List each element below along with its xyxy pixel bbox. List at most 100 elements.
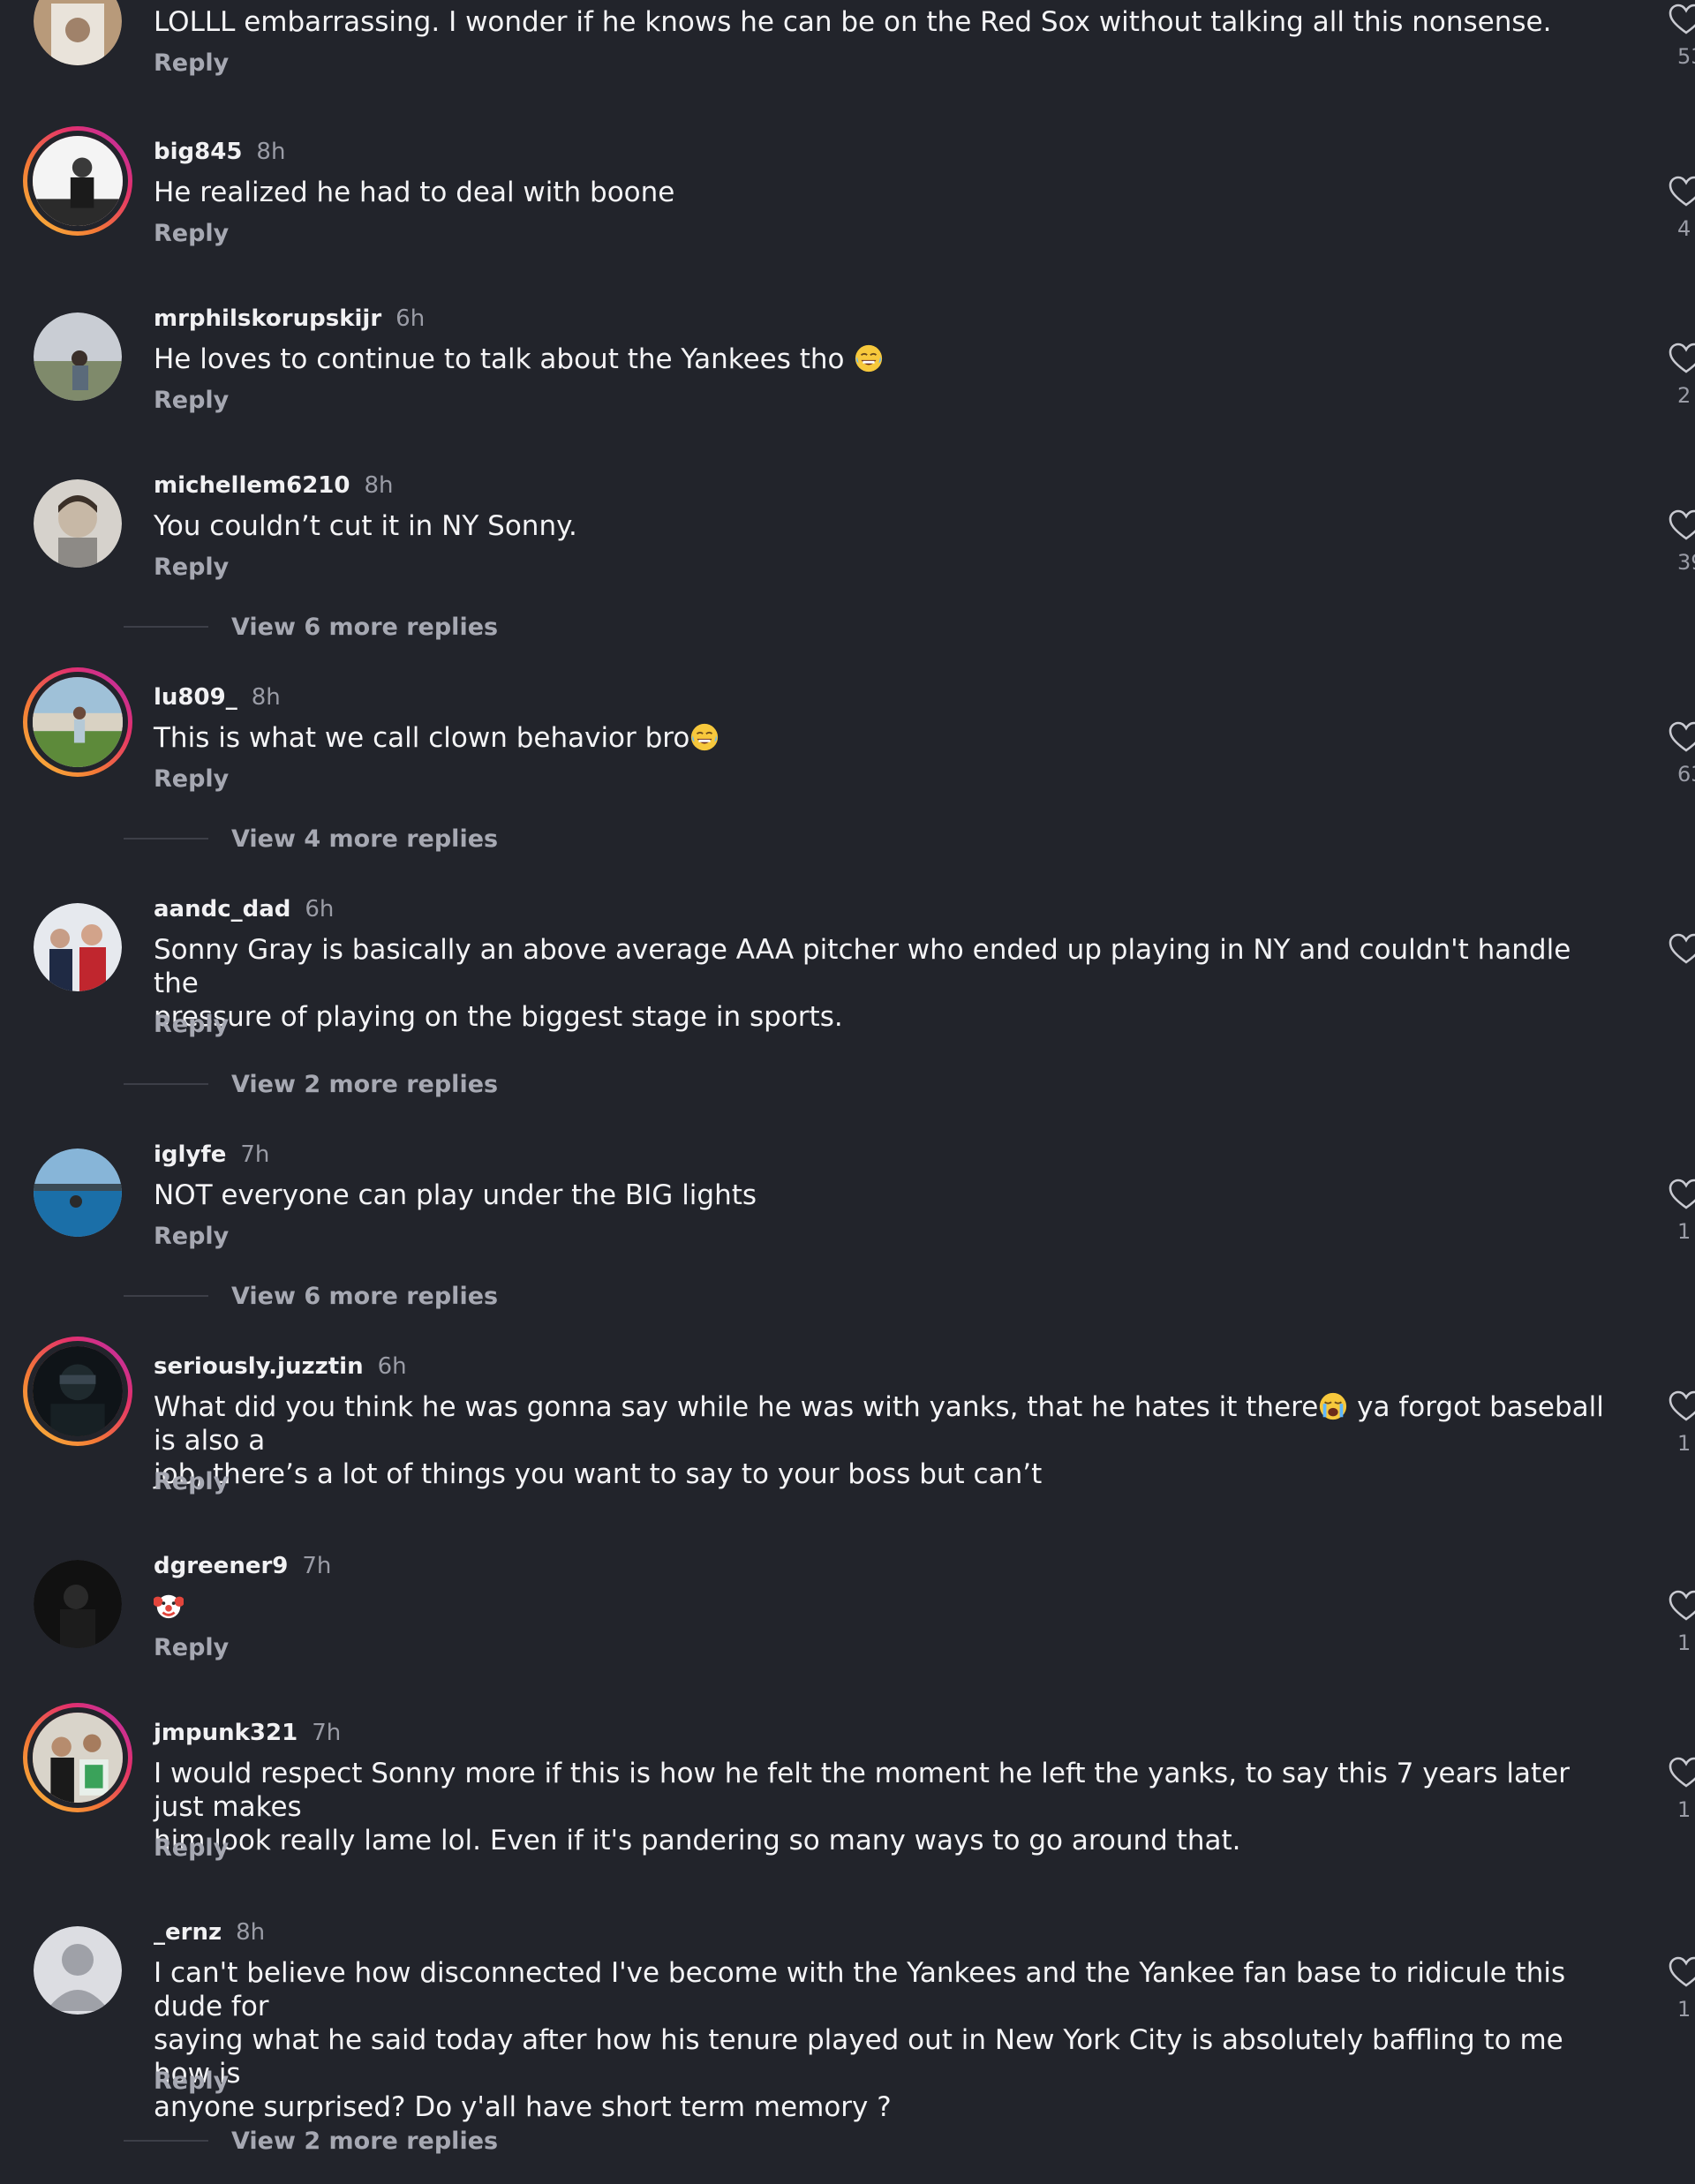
username[interactable]: aandc_dad	[154, 896, 290, 923]
heart-icon	[1669, 1956, 1695, 1988]
like-count: 1	[1677, 1997, 1691, 2022]
timestamp: 8h	[256, 139, 286, 165]
comment-meta: big845 8h	[154, 137, 285, 167]
timestamp: 6h	[396, 305, 426, 332]
username[interactable]: seriously.juzztin	[154, 1353, 364, 1380]
avatar[interactable]	[34, 313, 122, 401]
reply-button[interactable]: Reply	[154, 1223, 229, 1250]
heart-icon	[1669, 176, 1695, 207]
avatar[interactable]	[23, 1703, 132, 1812]
username[interactable]: mrphilskorupskijr	[154, 305, 381, 332]
like-button[interactable]: 63	[1669, 721, 1695, 792]
view-more-replies-label[interactable]: View 2 more replies	[231, 2128, 498, 2155]
like-button[interactable]: 2	[1669, 343, 1695, 413]
reply-button[interactable]: Reply	[154, 1468, 229, 1495]
laugh-emoji	[854, 343, 884, 373]
like-button[interactable]: 1	[1669, 1956, 1695, 2027]
like-button[interactable]: 53	[1669, 4, 1695, 74]
timestamp: 8h	[251, 684, 281, 711]
username[interactable]: iglyfe	[154, 1141, 226, 1168]
comment-text-line: LOLLL embarrassing. I wonder if he knows…	[154, 5, 1619, 39]
comment-text: This is what we call clown behavior bro	[154, 721, 1619, 755]
comment-text: What did you think he was gonna say whil…	[154, 1390, 1619, 1491]
view-more-replies[interactable]: View 2 more replies	[124, 1069, 498, 1099]
like-button[interactable]: 4	[1669, 176, 1695, 246]
like-count: 1	[1677, 1431, 1691, 1456]
avatar[interactable]	[34, 0, 122, 65]
view-more-replies[interactable]: View 4 more replies	[124, 824, 498, 854]
view-more-replies-label[interactable]: View 6 more replies	[231, 614, 498, 641]
heart-icon	[1669, 1179, 1695, 1210]
view-more-replies[interactable]: View 6 more replies	[124, 612, 498, 642]
view-more-replies[interactable]: View 6 more replies	[124, 1281, 498, 1311]
comment-text: NOT everyone can play under the BIG ligh…	[154, 1179, 1619, 1212]
avatar[interactable]	[23, 126, 132, 236]
comment-text-span: You couldn’t cut it in NY Sonny.	[154, 510, 577, 542]
username[interactable]: lu809_	[154, 684, 237, 711]
avatar[interactable]	[34, 1926, 122, 2015]
timestamp: 8h	[236, 1919, 266, 1946]
username[interactable]: dgreener9	[154, 1553, 288, 1579]
comment-text	[154, 1590, 1619, 1623]
like-button[interactable]: 1	[1669, 1757, 1695, 1827]
avatar[interactable]	[34, 1560, 122, 1648]
avatar[interactable]	[23, 667, 132, 777]
heart-icon	[1669, 509, 1695, 541]
comment-text: You couldn’t cut it in NY Sonny.	[154, 509, 1619, 543]
comment-meta: dgreener9 7h	[154, 1551, 331, 1581]
username[interactable]: _ernz	[154, 1919, 222, 1946]
like-button[interactable]	[1669, 933, 1695, 1004]
comment-text-line: saying what he said today after how his …	[154, 2023, 1619, 2090]
reply-button[interactable]: Reply	[154, 220, 229, 247]
reply-thread-line	[124, 2140, 208, 2142]
comment-text-span: NOT everyone can play under the BIG ligh…	[154, 1179, 757, 1211]
avatar[interactable]	[34, 903, 122, 991]
like-button[interactable]: 39	[1669, 509, 1695, 580]
reply-button[interactable]: Reply	[154, 1011, 229, 1038]
comment-text-span: He loves to continue to talk about the Y…	[154, 343, 845, 375]
crying-emoji	[1318, 1391, 1348, 1421]
view-more-replies-label[interactable]: View 2 more replies	[231, 1071, 498, 1098]
username[interactable]: jmpunk321	[154, 1720, 298, 1746]
avatar[interactable]	[23, 1337, 132, 1446]
like-count: 1	[1677, 1219, 1691, 1244]
comment-text: I would respect Sonny more if this is ho…	[154, 1757, 1619, 1857]
reply-button[interactable]: Reply	[154, 2067, 229, 2095]
timestamp: 7h	[240, 1141, 270, 1168]
comment-meta: lu809_ 8h	[154, 682, 281, 712]
comment-text-span: What did you think he was gonna say whil…	[154, 1391, 1319, 1423]
like-button[interactable]: 1	[1669, 1390, 1695, 1461]
reply-thread-line	[124, 1295, 208, 1297]
comment-text-line: He loves to continue to talk about the Y…	[154, 343, 1619, 376]
like-count: 4	[1677, 216, 1691, 241]
heart-icon	[1669, 4, 1695, 35]
reply-button[interactable]: Reply	[154, 1634, 229, 1661]
username[interactable]: big845	[154, 139, 242, 165]
comment-text: He loves to continue to talk about the Y…	[154, 343, 1619, 376]
reply-button[interactable]: Reply	[154, 49, 229, 77]
reply-button[interactable]: Reply	[154, 765, 229, 793]
heart-icon	[1669, 1390, 1695, 1422]
reply-thread-line	[124, 838, 208, 840]
laugh-emoji	[689, 722, 719, 752]
comment-meta: michellem6210 8h	[154, 471, 394, 501]
heart-icon	[1669, 1590, 1695, 1622]
comment-text-span: pressure of playing on the biggest stage…	[154, 1001, 843, 1033]
like-button[interactable]: 1	[1669, 1179, 1695, 1249]
reply-button[interactable]: Reply	[154, 387, 229, 414]
heart-icon	[1669, 1757, 1695, 1789]
comment-text-line: job, there’s a lot of things you want to…	[154, 1457, 1619, 1491]
avatar[interactable]	[34, 1148, 122, 1237]
reply-button[interactable]: Reply	[154, 554, 229, 581]
like-button[interactable]: 1	[1669, 1590, 1695, 1661]
comments-feed: LOLLL embarrassing. I wonder if he knows…	[0, 0, 1695, 2184]
timestamp: 8h	[364, 472, 394, 499]
comment-text-line: I can't believe how disconnected I've be…	[154, 1956, 1619, 2023]
view-more-replies-label[interactable]: View 6 more replies	[231, 1283, 498, 1310]
reply-button[interactable]: Reply	[154, 1834, 229, 1862]
avatar[interactable]	[34, 479, 122, 568]
username[interactable]: michellem6210	[154, 472, 350, 499]
view-more-replies-label[interactable]: View 4 more replies	[231, 825, 498, 853]
view-more-replies[interactable]: View 2 more replies	[124, 2126, 498, 2156]
comment-text-line: NOT everyone can play under the BIG ligh…	[154, 1179, 1619, 1212]
